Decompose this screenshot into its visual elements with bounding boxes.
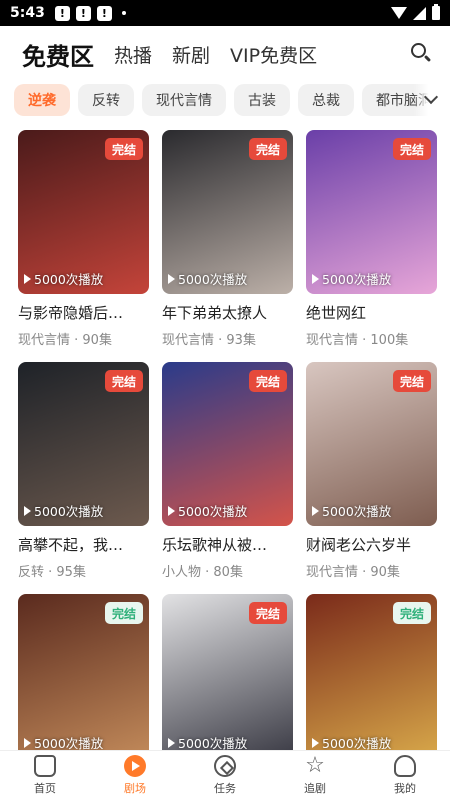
status-badge: 完结 (248, 138, 287, 160)
battery-icon (432, 4, 440, 20)
nav-label: 我的 (394, 782, 416, 795)
drama-title[interactable]: 乐坛歌神从被… (162, 534, 293, 555)
nav-home[interactable]: 首页 (0, 751, 90, 800)
play-count-text: 5000次播放 (178, 504, 248, 519)
drama-card[interactable]: 完结 5000次播放与影帝隐婚后… 现代言情 · 90集 (18, 130, 149, 348)
status-badge: 完结 (392, 138, 431, 160)
status-badge: 完结 (392, 370, 431, 392)
nav-label: 剧场 (124, 782, 146, 795)
follow-icon: ☆ (305, 753, 325, 778)
play-icon (312, 273, 319, 284)
drama-meta: 现代言情 · 90集 (18, 333, 112, 348)
tab-vip-free[interactable]: VIP免费区 (230, 41, 317, 68)
status-badge: 完结 (248, 370, 287, 392)
drama-title[interactable]: 财阀老公六岁半 (306, 534, 437, 555)
drama-poster[interactable]: 完结 5000次播放 (162, 130, 293, 294)
drama-card[interactable]: 完结 5000次播放乐坛歌神从被… 小人物 · 80集 (162, 362, 293, 580)
nav-follow[interactable]: ☆ 追剧 (270, 751, 360, 800)
genre-chip[interactable]: 总裁 (298, 84, 354, 116)
genre-filter-bar: 逆袭 反转 现代言情 古装 总裁 都市脑洞 (14, 84, 434, 118)
nav-tasks[interactable]: 任务 (180, 751, 270, 800)
genre-chip[interactable]: 古装 (234, 84, 290, 116)
play-count-text: 5000次播放 (34, 272, 104, 287)
nav-label: 追剧 (304, 782, 326, 795)
drama-poster[interactable]: 完结 5000次播放 (18, 594, 149, 758)
play-count-text: 5000次播放 (322, 272, 392, 287)
genre-chip[interactable]: 逆袭 (14, 84, 70, 116)
drama-meta: 现代言情 · 100集 (306, 333, 409, 348)
more-notifications-dot-icon (121, 11, 126, 15)
play-icon (168, 273, 175, 284)
genre-chip[interactable]: 反转 (78, 84, 134, 116)
top-tab-bar: 免费区 热播 新剧 VIP免费区 (0, 26, 450, 82)
drama-grid: 完结 5000次播放 与影帝隐婚后… 现代言情 · 90集 完结 5000次播放 年下弟弟太… (18, 130, 438, 812)
drama-poster[interactable]: 完结 5000次播放 (162, 594, 293, 758)
drama-title[interactable]: 年下弟弟太撩人 (162, 302, 293, 323)
drama-poster[interactable]: 完结 5000次播放 (18, 130, 149, 294)
play-icon (168, 737, 175, 748)
status-badge: 完结 (104, 370, 143, 392)
play-icon (24, 737, 31, 748)
genre-chip[interactable]: 现代言情 (142, 84, 226, 116)
drama-poster[interactable]: 完结 5000次播放 (306, 594, 437, 758)
play-count: 5000次播放 (312, 269, 391, 288)
drama-poster[interactable]: 完结 5000次播放 (306, 362, 437, 526)
drama-poster[interactable]: 完结 5000次播放 (162, 362, 293, 526)
nav-label: 任务 (214, 782, 236, 795)
drama-title[interactable]: 高攀不起，我… (18, 534, 149, 555)
play-count-text: 5000次播放 (322, 504, 392, 519)
tab-new-dramas[interactable]: 新剧 (172, 41, 210, 68)
nav-label: 首页 (34, 782, 56, 795)
play-count-text: 5000次播放 (178, 272, 248, 287)
play-icon (168, 505, 175, 516)
drama-meta: 小人物 · 80集 (162, 565, 243, 580)
drama-card[interactable]: 完结 5000次播放年下弟弟太撩人现代言情 · 93集 (162, 130, 293, 348)
play-icon (312, 505, 319, 516)
play-count: 5000次播放 (312, 501, 391, 520)
play-count: 5000次播放 (24, 269, 103, 288)
wifi-icon (391, 7, 407, 19)
home-icon (34, 755, 56, 777)
drama-meta: 现代言情 · 90集 (306, 565, 400, 580)
tab-trending[interactable]: 热播 (114, 41, 152, 68)
drama-title[interactable]: 与影帝隐婚后… (18, 302, 149, 323)
play-count: 5000次播放 (168, 269, 247, 288)
status-badge: 完结 (104, 602, 143, 624)
status-bar: 5:43 ! ! ! (0, 0, 450, 26)
play-count: 5000次播放 (168, 501, 247, 520)
drama-card[interactable]: 完结 5000次播放绝世网红现代言情 · 100集 (306, 130, 437, 348)
status-badge: 完结 (248, 602, 287, 624)
theater-icon (124, 755, 146, 777)
notification-icon: ! (75, 5, 91, 21)
drama-meta: 现代言情 · 93集 (162, 333, 256, 348)
drama-card[interactable]: 完结 5000次播放财阀老公六岁半现代言情 · 90集 (306, 362, 437, 580)
play-count-text: 5000次播放 (34, 504, 104, 519)
status-time: 5:43 (10, 5, 45, 21)
bottom-navigation: 首页 剧场 任务 ☆ 追剧 我的 (0, 750, 450, 800)
status-badge: 完结 (104, 138, 143, 160)
drama-meta: 反转 · 95集 (18, 565, 86, 580)
tab-free-zone[interactable]: 免费区 (22, 37, 94, 72)
nav-theater[interactable]: 剧场 (90, 751, 180, 800)
status-badge: 完结 (392, 602, 431, 624)
nav-profile[interactable]: 我的 (360, 751, 450, 800)
task-icon (214, 755, 236, 777)
drama-title[interactable]: 绝世网红 (306, 302, 437, 323)
drama-card[interactable]: 完结 5000次播放高攀不起，我… 反转 · 95集 (18, 362, 149, 580)
drama-poster[interactable]: 完结 5000次播放 (18, 362, 149, 526)
signal-icon (413, 6, 426, 20)
play-count: 5000次播放 (24, 501, 103, 520)
search-icon[interactable] (410, 42, 432, 64)
profile-icon (394, 755, 416, 777)
notification-icon: ! (54, 5, 70, 21)
play-icon (24, 505, 31, 516)
drama-poster[interactable]: 完结 5000次播放 (306, 130, 437, 294)
notification-icon: ! (96, 5, 112, 21)
play-icon (24, 273, 31, 284)
play-icon (312, 737, 319, 748)
